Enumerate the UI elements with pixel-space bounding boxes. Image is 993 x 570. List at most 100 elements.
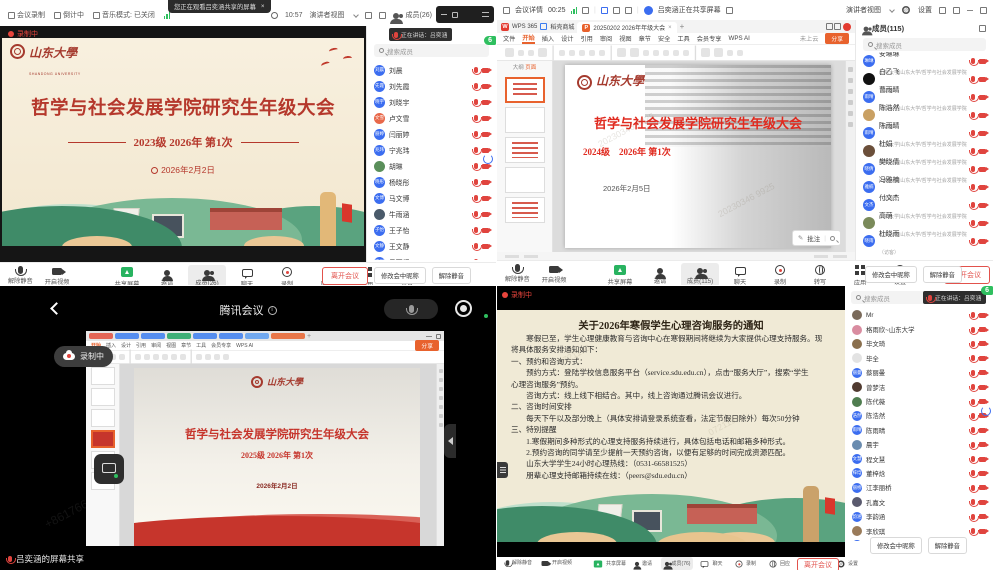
ribbon-tab[interactable]: 设计 (561, 34, 573, 43)
sidebar-footer-button[interactable]: 修改会中昵称 (870, 537, 922, 554)
refresh-icon[interactable] (981, 406, 991, 416)
camera-off-icon[interactable] (482, 132, 489, 137)
member-row[interactable]: 丽婷 闫丽婷 (367, 126, 496, 142)
start-video-button[interactable]: 开启视频 (45, 266, 70, 285)
mic-muted-icon[interactable] (971, 166, 975, 172)
mic-muted-icon[interactable] (971, 384, 975, 390)
mic-muted-icon[interactable] (971, 442, 975, 448)
mic-muted-icon[interactable] (971, 341, 975, 347)
camera-off-icon[interactable] (979, 356, 986, 361)
unmute-button[interactable]: 解除静音 (505, 264, 530, 284)
camera-off-icon[interactable] (979, 341, 986, 346)
member-row[interactable]: 梓焓 董梓焓 (845, 466, 993, 480)
camera-off-icon[interactable] (979, 59, 986, 64)
toolbar-button[interactable]: 录制 (268, 265, 306, 285)
menu-icon[interactable] (482, 12, 489, 17)
camera-off-icon[interactable] (979, 471, 986, 476)
ribbon-tab[interactable]: 审阅 (151, 342, 161, 349)
mic-muted-icon[interactable] (971, 312, 975, 318)
ribbon-tab[interactable]: WPS AI (236, 343, 253, 349)
camera-off-icon[interactable] (979, 485, 986, 490)
maximize-icon[interactable] (980, 7, 987, 14)
wps-format-toolbar[interactable]: | | (86, 351, 444, 364)
fullscreen-icon[interactable] (365, 12, 372, 19)
window-icon[interactable] (452, 12, 458, 18)
mic-muted-icon[interactable] (971, 58, 975, 64)
member-row[interactable]: 丽桥 江李丽桥 (845, 481, 993, 495)
camera-off-icon[interactable] (482, 228, 489, 233)
member-row[interactable]: 胡琳 (367, 158, 496, 174)
toolbar-button[interactable]: 邀请 (148, 265, 186, 285)
camera-off-icon[interactable] (979, 514, 986, 519)
camera-off-icon[interactable] (482, 164, 489, 169)
camera-off-icon[interactable] (482, 212, 489, 217)
camera-off-icon[interactable] (979, 113, 986, 118)
popout-icon[interactable] (582, 7, 589, 14)
toolbar-button[interactable]: 聊天 (721, 263, 759, 285)
member-row[interactable]: 雨晴 陈雨晴 (845, 423, 993, 437)
view-mode-button[interactable]: 演讲者视图 (846, 5, 881, 15)
toolbar-button[interactable]: 邀请 (641, 263, 679, 285)
floating-menu-chip[interactable] (497, 462, 508, 478)
members-count-button[interactable]: 成员(26) (406, 10, 432, 20)
mic-muted-icon[interactable] (971, 148, 975, 154)
camera-off-icon[interactable] (979, 428, 986, 433)
sidebar-footer-button[interactable]: 解除静音 (928, 537, 967, 554)
ribbon-tab[interactable]: 引用 (136, 342, 146, 349)
camera-off-icon[interactable] (979, 500, 986, 505)
toolbar-button[interactable]: 成员(115) (681, 263, 719, 285)
mic-muted-icon[interactable] (971, 413, 975, 419)
document-tab[interactable] (115, 333, 139, 339)
member-row[interactable]: 刘晨 刘晨 (367, 62, 496, 78)
mic-muted-icon[interactable] (474, 99, 478, 105)
wps-right-tool-strip[interactable] (845, 61, 855, 252)
camera-off-icon[interactable] (482, 116, 489, 121)
mic-muted-icon[interactable] (971, 94, 975, 100)
member-row[interactable]: 文静 王文静 (367, 238, 496, 254)
toolbar-button[interactable]: 聊天 (695, 557, 727, 570)
mic-muted-icon[interactable] (971, 238, 975, 244)
close-icon[interactable]: × (261, 3, 265, 10)
zoom-icon[interactable] (830, 236, 835, 241)
toolbar-button[interactable]: 录制 (729, 557, 761, 570)
mic-control-pill[interactable] (384, 299, 438, 319)
mic-muted-icon[interactable] (474, 195, 478, 201)
toolbar-button[interactable]: 共享屏幕 (601, 263, 639, 285)
toolbar-button[interactable]: 转写 (801, 263, 839, 285)
unmute-button[interactable]: 解除静音 (8, 266, 33, 285)
document-tab[interactable] (167, 333, 191, 339)
camera-off-icon[interactable] (979, 399, 986, 404)
mic-muted-icon[interactable] (971, 399, 975, 405)
mic-muted-icon[interactable] (971, 499, 975, 505)
mic-muted-icon[interactable] (971, 370, 975, 376)
page-thumbnail[interactable] (91, 430, 115, 448)
notification-badge[interactable]: 6 (484, 36, 496, 45)
member-row[interactable]: 文慧 程文慧 (845, 452, 993, 466)
member-row[interactable]: 陈代薇 (845, 394, 993, 408)
camera-off-icon[interactable] (979, 149, 986, 154)
mic-muted-icon[interactable] (971, 184, 975, 190)
document-tab[interactable] (193, 333, 217, 339)
member-row[interactable]: 雨桐 吴雨桐 (367, 254, 496, 260)
ribbon-tab[interactable]: WPS AI (729, 35, 750, 42)
toolbar-button[interactable]: 聊天 (228, 265, 266, 285)
account-avatar[interactable] (843, 23, 851, 31)
camera-off-icon[interactable] (979, 385, 986, 390)
camera-off-icon[interactable] (979, 167, 986, 172)
outline-tab[interactable]: 大纲 (513, 65, 524, 71)
home-icon[interactable] (503, 7, 510, 14)
status-item[interactable]: 音乐模式: 已关闭 (93, 10, 155, 20)
mic-muted-icon[interactable] (971, 202, 975, 208)
camera-off-icon[interactable] (482, 196, 489, 201)
active-document-tab[interactable] (271, 333, 305, 339)
camera-off-icon[interactable] (482, 84, 489, 89)
toolbar-button[interactable]: 邀请 (627, 557, 659, 570)
mic-muted-icon[interactable] (474, 211, 478, 217)
ribbon-tab[interactable]: 章节 (639, 34, 651, 43)
unmute-button[interactable]: 解除静音 (505, 558, 532, 567)
camera-off-icon[interactable] (979, 185, 986, 190)
camera-off-icon[interactable] (979, 442, 986, 447)
toolbar-button[interactable]: 共享屏幕 (108, 265, 146, 285)
sidebar-footer-button[interactable]: 修改会中昵称 (374, 267, 426, 284)
member-row[interactable]: Mr (845, 308, 993, 322)
